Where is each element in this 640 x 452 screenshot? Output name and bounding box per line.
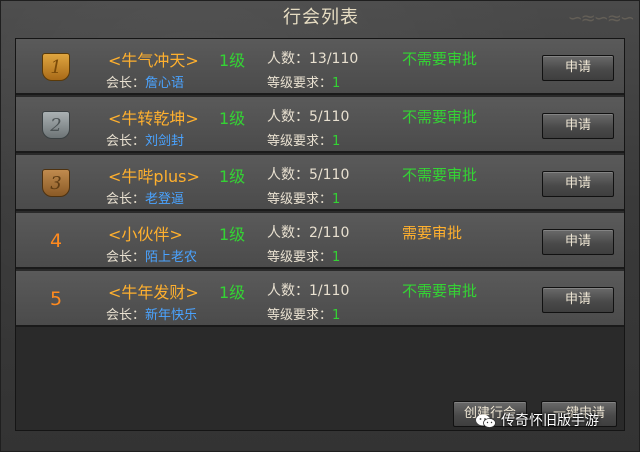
guild-row: 2 <牛转乾坤> 会长：刘剑封 1级 人数：5/110 等级要求：1 不需要审批… (16, 97, 624, 153)
leader-label: 会长： (106, 134, 146, 149)
apply-button[interactable]: 申请 (542, 229, 614, 255)
level-req-label: 等级要求： (267, 308, 333, 323)
guild-leader: 会长：老登逼 (106, 188, 184, 207)
member-count: 人数：5/110 (267, 167, 350, 183)
wechat-icon (476, 414, 496, 428)
guild-level: 1级 (219, 109, 246, 128)
rank-number: 4 (49, 230, 63, 252)
approval-status: 不需要审批 (402, 166, 478, 184)
rank-number: 5 (49, 288, 63, 310)
member-count: 人数：1/110 (267, 283, 350, 299)
level-requirement: 等级要求：1 (267, 188, 340, 207)
guild-leader: 会长：詹心语 (106, 72, 184, 91)
level-req-value: 1 (332, 250, 341, 265)
level-requirement: 等级要求：1 (267, 130, 340, 149)
guild-leader: 会长：刘剑封 (106, 130, 184, 149)
level-req-label: 等级要求： (267, 250, 333, 265)
leader-label: 会长： (106, 192, 146, 207)
leader-label: 会长： (106, 250, 146, 265)
level-requirement: 等级要求：1 (267, 246, 340, 265)
approval-status: 需要审批 (402, 224, 463, 242)
approval-status: 不需要审批 (402, 282, 478, 300)
member-count: 人数：5/110 (267, 109, 350, 125)
level-requirement: 等级要求：1 (267, 304, 340, 323)
leader-label: 会长： (106, 308, 146, 323)
leader-name: 老登逼 (145, 192, 185, 207)
watermark-text: 传奇怀旧版手游 (501, 413, 599, 429)
guild-row: 5 <牛年发财> 会长：新年快乐 1级 人数：1/110 等级要求：1 不需要审… (16, 271, 624, 327)
rank-badge-bronze-icon: 3 (42, 169, 70, 197)
guild-level: 1级 (219, 225, 246, 244)
rank-badge-silver-icon: 2 (42, 111, 70, 139)
level-req-value: 1 (332, 192, 341, 207)
guild-name: <牛气冲天> (108, 51, 199, 70)
leader-name: 詹心语 (145, 76, 185, 91)
apply-button[interactable]: 申请 (542, 171, 614, 197)
level-requirement: 等级要求：1 (267, 72, 340, 91)
leader-name: 陌上老农 (145, 250, 198, 265)
apply-button[interactable]: 申请 (542, 113, 614, 139)
guild-row: 4 <小伙伴> 会长：陌上老农 1级 人数：2/110 等级要求：1 需要审批 … (16, 213, 624, 269)
guild-name: <牛年发财> (108, 283, 199, 302)
guild-level: 1级 (219, 51, 246, 70)
watermark: 传奇怀旧版手游 (475, 409, 599, 433)
guild-name: <小伙伴> (108, 225, 183, 244)
level-req-value: 1 (332, 308, 341, 323)
corner-ornament-icon: ∽≈∽≈∽ (567, 8, 635, 29)
level-req-value: 1 (332, 134, 341, 149)
guild-name: <牛转乾坤> (108, 109, 199, 128)
apply-button[interactable]: 申请 (542, 287, 614, 313)
level-req-label: 等级要求： (267, 134, 333, 149)
guild-row: 1 <牛气冲天> 会长：詹心语 1级 人数：13/110 等级要求：1 不需要审… (16, 39, 624, 95)
guild-list: 1 <牛气冲天> 会长：詹心语 1级 人数：13/110 等级要求：1 不需要审… (16, 39, 624, 329)
guild-row: 3 <牛哔plus> 会长：老登逼 1级 人数：5/110 等级要求：1 不需要… (16, 155, 624, 211)
guild-list-window: 行会列表 ∽≈∽≈∽ 1 <牛气冲天> 会长：詹心语 1级 人数：13/110 … (0, 0, 640, 452)
leader-label: 会长： (106, 76, 146, 91)
guild-leader: 会长：新年快乐 (106, 304, 197, 323)
level-req-label: 等级要求： (267, 76, 333, 91)
guild-level: 1级 (219, 283, 246, 302)
member-count: 人数：13/110 (267, 51, 359, 67)
guild-name: <牛哔plus> (108, 167, 200, 186)
level-req-label: 等级要求： (267, 192, 333, 207)
member-count: 人数：2/110 (267, 225, 350, 241)
level-req-value: 1 (332, 76, 341, 91)
guild-level: 1级 (219, 167, 246, 186)
guild-leader: 会长：陌上老农 (106, 246, 197, 265)
leader-name: 新年快乐 (145, 308, 198, 323)
leader-name: 刘剑封 (145, 134, 185, 149)
rank-badge-gold-icon: 1 (42, 53, 70, 81)
approval-status: 不需要审批 (402, 50, 478, 68)
apply-button[interactable]: 申请 (542, 55, 614, 81)
approval-status: 不需要审批 (402, 108, 478, 126)
